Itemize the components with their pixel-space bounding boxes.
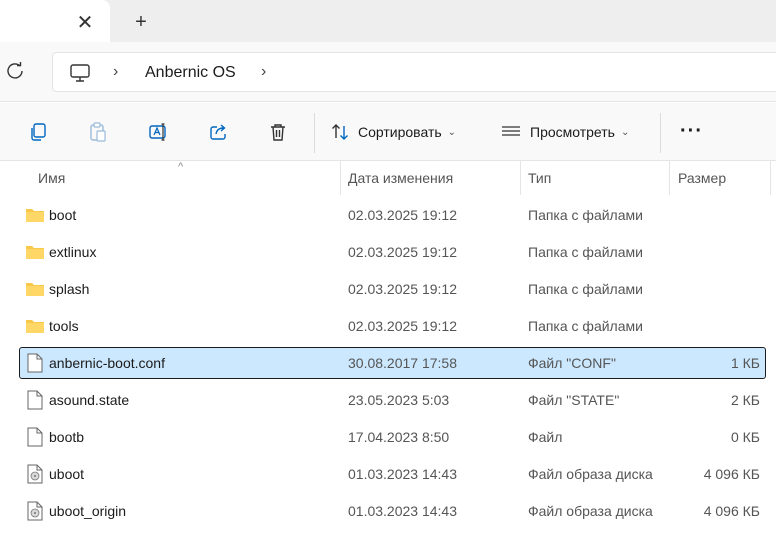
file-row[interactable]: bootb 17.04.2023 8:50 Файл 0 КБ [19, 421, 766, 453]
file-date: 23.05.2023 5:03 [348, 392, 450, 408]
more-options-button[interactable]: ··· [680, 121, 703, 141]
breadcrumb-separator[interactable]: › [261, 63, 266, 81]
view-button[interactable]: Просмотреть ⌄ [500, 117, 629, 147]
sort-icon [332, 124, 348, 140]
file-name: splash [49, 281, 90, 297]
disk-image-icon [27, 464, 43, 484]
file-date: 02.03.2025 19:12 [348, 318, 457, 334]
file-type: Папка с файлами [528, 207, 643, 223]
toolbar-divider [314, 113, 315, 153]
file-date: 17.04.2023 8:50 [348, 429, 450, 445]
file-type: Папка с файлами [528, 244, 643, 260]
chevron-down-icon: ⌄ [620, 126, 630, 138]
file-name: uboot [49, 466, 85, 482]
file-name: boot [49, 207, 77, 223]
column-header: ^ Имя Дата изменения Тип Размер [0, 161, 776, 195]
sort-label: Сортировать [358, 124, 442, 140]
folder-icon [26, 283, 44, 296]
disk-image-icon [27, 501, 43, 521]
file-name: tools [49, 318, 79, 334]
file-type: Файл образа диска [528, 466, 653, 482]
file-name: anbernic-boot.conf [49, 355, 165, 371]
file-row-selected[interactable]: anbernic-boot.conf 30.08.2017 17:58 Файл… [19, 347, 766, 379]
share-icon[interactable] [207, 121, 229, 143]
file-date: 02.03.2025 19:12 [348, 244, 457, 260]
address-bar[interactable]: › Anbernic OS › [52, 52, 776, 92]
column-type-label: Тип [528, 170, 552, 186]
breadcrumb-separator[interactable]: › [113, 63, 118, 81]
file-date: 01.03.2023 14:43 [348, 503, 457, 519]
column-size-label: Размер [678, 170, 727, 186]
file-size: 1 КБ [730, 355, 760, 371]
file-type: Папка с файлами [528, 281, 643, 297]
file-row[interactable]: splash 02.03.2025 19:12 Папка с файлами [19, 273, 766, 305]
file-row[interactable]: boot 02.03.2025 19:12 Папка с файлами [19, 199, 766, 231]
file-size: 4 096 КБ [703, 466, 760, 482]
file-icon [27, 353, 43, 373]
close-icon: ✕ [76, 11, 94, 34]
view-label: Просмотреть [530, 124, 615, 140]
chevron-down-icon: ⌄ [447, 126, 457, 138]
address-row: › Anbernic OS › [0, 42, 776, 102]
column-separator[interactable] [770, 161, 771, 195]
tab-strip: ✕ + [0, 0, 776, 42]
command-bar: Сортировать ⌄ Просмотреть ⌄ ··· [0, 103, 776, 161]
file-type: Файл [528, 429, 563, 445]
file-icon [27, 390, 43, 410]
rename-icon[interactable] [147, 121, 169, 143]
refresh-button[interactable] [4, 60, 26, 82]
file-type: Файл "STATE" [528, 392, 620, 408]
delete-icon[interactable] [267, 121, 289, 143]
file-icon [27, 427, 43, 447]
file-date: 30.08.2017 17:58 [348, 355, 457, 371]
folder-icon [26, 209, 44, 222]
column-size[interactable]: Размер [670, 161, 770, 195]
column-type[interactable]: Тип [520, 161, 670, 195]
breadcrumb-location[interactable]: Anbernic OS [145, 64, 236, 82]
file-type: Файл "CONF" [528, 355, 616, 371]
file-type: Папка с файлами [528, 318, 643, 334]
file-size: 4 096 КБ [703, 503, 760, 519]
file-date: 02.03.2025 19:12 [348, 281, 457, 297]
file-name: bootb [49, 429, 85, 445]
file-type: Файл образа диска [528, 503, 653, 519]
plus-icon: + [135, 10, 147, 33]
folder-icon [26, 246, 44, 259]
file-name: uboot_origin [49, 503, 127, 519]
refresh-icon [7, 62, 23, 79]
file-row[interactable]: uboot_origin 01.03.2023 14:43 Файл образ… [19, 495, 766, 527]
folder-icon [26, 320, 44, 333]
paste-icon[interactable] [87, 121, 109, 143]
file-date: 02.03.2025 19:12 [348, 207, 457, 223]
close-tab-button[interactable]: ✕ [72, 9, 98, 35]
file-size: 2 КБ [730, 392, 760, 408]
file-row[interactable]: asound.state 23.05.2023 5:03 Файл "STATE… [19, 384, 766, 416]
column-date-label: Дата изменения [348, 170, 454, 186]
file-name: extlinux [49, 244, 97, 260]
file-row[interactable]: tools 02.03.2025 19:12 Папка с файлами [19, 310, 766, 342]
view-list-icon [502, 126, 520, 136]
this-pc-icon [70, 64, 90, 82]
new-tab-button[interactable]: + [128, 9, 154, 35]
sort-button[interactable]: Сортировать ⌄ [330, 117, 456, 147]
copy-icon[interactable] [27, 121, 49, 143]
active-tab[interactable]: ✕ [0, 0, 110, 42]
file-row[interactable]: uboot 01.03.2023 14:43 Файл образа диска… [19, 458, 766, 490]
column-name[interactable]: Имя [30, 161, 340, 195]
toolbar-divider [660, 113, 661, 153]
column-name-label: Имя [38, 170, 66, 186]
file-name: asound.state [49, 392, 130, 408]
column-date[interactable]: Дата изменения [340, 161, 520, 195]
file-date: 01.03.2023 14:43 [348, 466, 457, 482]
file-size: 0 КБ [730, 429, 760, 445]
file-row[interactable]: extlinux 02.03.2025 19:12 Папка с файлам… [19, 236, 766, 268]
